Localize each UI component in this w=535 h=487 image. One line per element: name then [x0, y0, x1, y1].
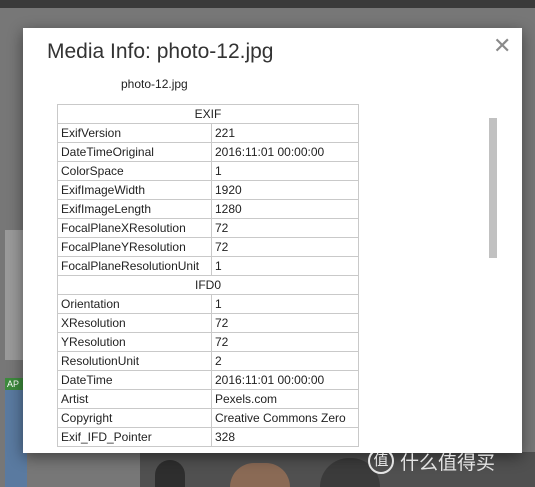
row-key: ResolutionUnit — [57, 351, 212, 371]
row-key: ExifImageLength — [57, 199, 212, 219]
row-key: ColorSpace — [57, 161, 212, 181]
background-thumbnail — [155, 460, 185, 487]
row-value: 1 — [211, 294, 359, 314]
media-filename: photo-12.jpg — [121, 77, 188, 91]
row-key: ExifImageWidth — [57, 180, 212, 200]
watermark-text: 什么值得买 — [400, 451, 496, 474]
row-value: Pexels.com — [211, 389, 359, 409]
row-key: DateTime — [57, 370, 212, 390]
background-toolbar — [0, 0, 535, 8]
row-key: Orientation — [57, 294, 212, 314]
row-key: FocalPlaneXResolution — [57, 218, 212, 238]
table-row: ExifImageWidth 1920 — [57, 180, 359, 200]
row-key: YResolution — [57, 332, 212, 352]
table-row: YResolution 72 — [57, 332, 359, 352]
table-row: ExifVersion 221 — [57, 123, 359, 143]
row-value: 2 — [211, 351, 359, 371]
row-key: FocalPlaneResolutionUnit — [57, 256, 212, 276]
watermark: 值 什么值得买 — [368, 446, 495, 476]
row-value: 1920 — [211, 180, 359, 200]
table-row: DateTimeOriginal 2016:11:01 00:00:00 — [57, 142, 359, 162]
dialog-title: Media Info: photo-12.jpg — [47, 40, 274, 63]
table-row: ExifImageLength 1280 — [57, 199, 359, 219]
row-value: 328 — [211, 427, 359, 447]
table-row: Orientation 1 — [57, 294, 359, 314]
row-value: 1 — [211, 161, 359, 181]
scrollbar-thumb[interactable] — [489, 118, 497, 258]
metadata-table: EXIF ExifVersion 221 DateTimeOriginal 2016:1… — [57, 104, 359, 447]
table-row: Copyright Creative Commons Zero — [57, 408, 359, 428]
row-value: 72 — [211, 218, 359, 238]
row-key: Artist — [57, 389, 212, 409]
media-info-dialog: Media Info: photo-12.jpg ✕ photo-12.jpg … — [23, 28, 522, 453]
row-value: 221 — [211, 123, 359, 143]
table-row: FocalPlaneResolutionUnit 1 — [57, 256, 359, 276]
section-heading: EXIF — [57, 104, 359, 124]
close-icon[interactable]: ✕ — [493, 35, 511, 57]
table-row: FocalPlaneXResolution 72 — [57, 218, 359, 238]
row-key: DateTimeOriginal — [57, 142, 212, 162]
row-value: 1 — [211, 256, 359, 276]
table-row: DateTime 2016:11:01 00:00:00 — [57, 370, 359, 390]
watermark-logo-icon: 值 — [368, 448, 394, 474]
row-key: Copyright — [57, 408, 212, 428]
scrollbar[interactable] — [489, 118, 497, 258]
row-value: 72 — [211, 332, 359, 352]
section-heading: IFD0 — [57, 275, 359, 295]
table-row: ColorSpace 1 — [57, 161, 359, 181]
row-value: 1280 — [211, 199, 359, 219]
row-value: 2016:11:01 00:00:00 — [211, 370, 359, 390]
row-key: ExifVersion — [57, 123, 212, 143]
section-header-row: EXIF — [57, 104, 359, 124]
row-value: Creative Commons Zero — [211, 408, 359, 428]
table-row: ResolutionUnit 2 — [57, 351, 359, 371]
table-row: XResolution 72 — [57, 313, 359, 333]
row-value: 72 — [211, 237, 359, 257]
metadata-scroll-area[interactable]: EXIF ExifVersion 221 DateTimeOriginal 2016:1… — [57, 104, 359, 452]
row-key: XResolution — [57, 313, 212, 333]
row-key: Exif_IFD_Pointer — [57, 427, 212, 447]
section-header-row: IFD0 — [57, 275, 359, 295]
table-row: FocalPlaneYResolution 72 — [57, 237, 359, 257]
table-row: Artist Pexels.com — [57, 389, 359, 409]
table-row: Exif_IFD_Pointer 328 — [57, 427, 359, 447]
row-value: 72 — [211, 313, 359, 333]
row-key: FocalPlaneYResolution — [57, 237, 212, 257]
row-value: 2016:11:01 00:00:00 — [211, 142, 359, 162]
